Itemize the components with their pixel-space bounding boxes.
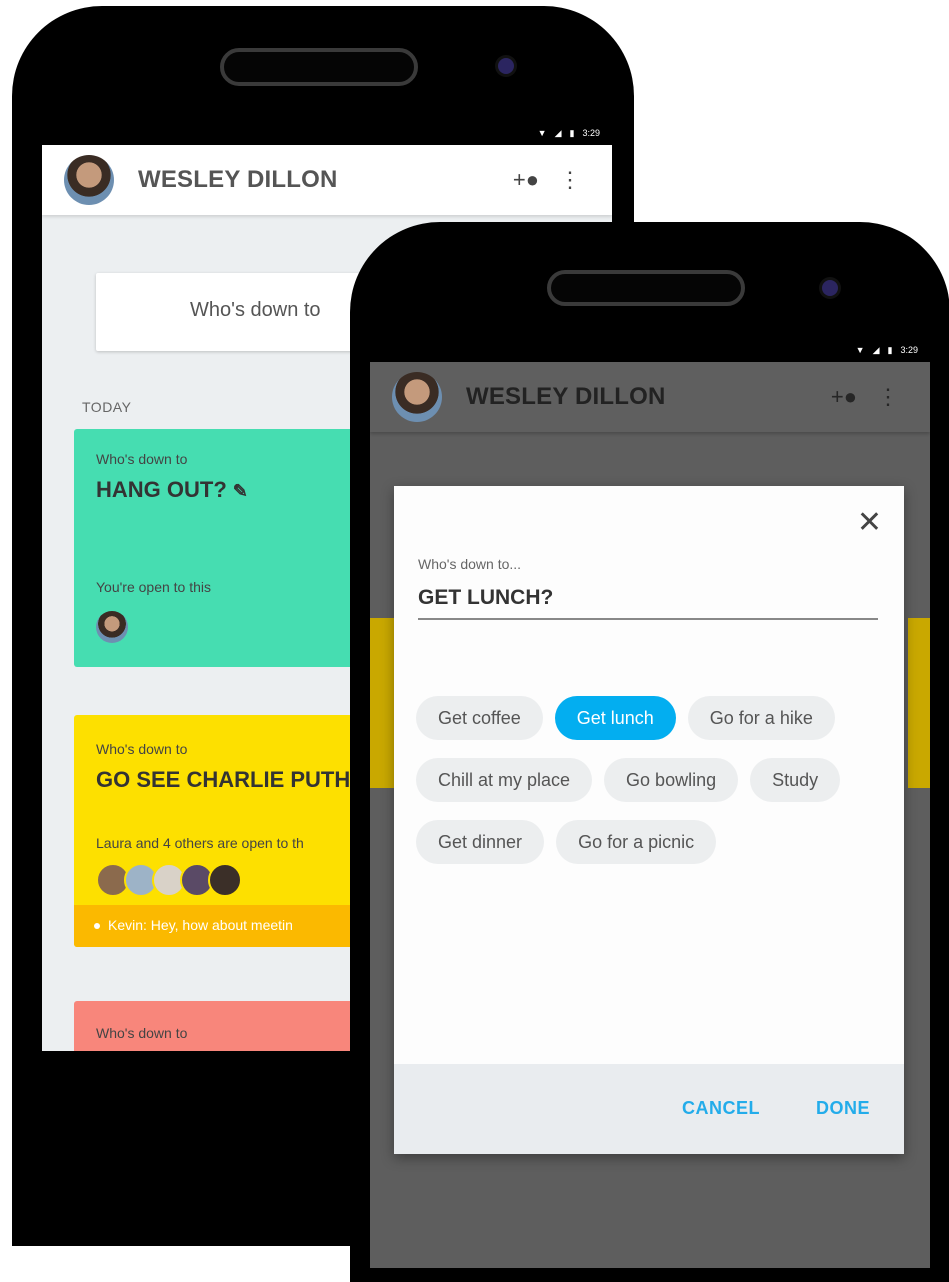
latest-message: Kevin: Hey, how about meetin (108, 917, 293, 933)
chip-get-dinner[interactable]: Get dinner (416, 820, 545, 864)
add-person-icon[interactable]: +● (504, 167, 548, 193)
card-status: Laura and 4 others are open to th (96, 835, 304, 851)
chip-chill-at-my-place[interactable]: Chill at my place (416, 758, 593, 802)
chip-go-for-a-picnic[interactable]: Go for a picnic (556, 820, 717, 864)
card-title-wrap: HANG OUT? ✎ (96, 477, 248, 503)
prompt-text: Who's down to (190, 299, 321, 321)
app-bar: WESLEY DILLON +● ⋮ (370, 362, 930, 432)
front-phone-frame: ▼ ◢ ▮ 3:29 WESLEY DILLON +● ⋮ ✕ Who's do… (350, 222, 949, 1282)
front-camera (498, 58, 514, 74)
chip-study[interactable]: Study (750, 758, 841, 802)
chip-get-coffee[interactable]: Get coffee (416, 696, 543, 740)
battery-icon: ▮ (569, 127, 575, 138)
activity-card-hang-out[interactable]: Who's down to HANG OUT? ✎ You're open to … (74, 429, 374, 667)
avatar[interactable] (392, 372, 442, 422)
chip-get-lunch[interactable]: Get lunch (554, 696, 676, 740)
activity-dialog: ✕ Who's down to... Get coffee Get lunch … (394, 486, 904, 1154)
page-title: WESLEY DILLON (466, 383, 666, 410)
card-subtitle: Who's down to (96, 741, 188, 757)
signal-icon: ◢ (872, 344, 880, 355)
activity-card-charlie-puth[interactable]: Who's down to GO SEE CHARLIE PUTH ( Laur… (74, 715, 374, 947)
status-bar: ▼ ◢ ▮ 3:29 (370, 338, 930, 362)
cancel-button[interactable]: CANCEL (682, 1098, 760, 1119)
more-vert-icon[interactable]: ⋮ (866, 384, 910, 410)
pencil-icon[interactable]: ✎ (233, 481, 248, 501)
activity-card-red[interactable]: Who's down to (74, 1001, 374, 1051)
chip-row: Chill at my place Go bowling Study (416, 758, 896, 802)
card-title: HANG OUT? (96, 477, 227, 502)
unread-dot-icon (94, 923, 100, 929)
card-subtitle: Who's down to (96, 451, 188, 467)
more-vert-icon[interactable]: ⋮ (548, 167, 592, 193)
status-time: 3:29 (582, 128, 600, 138)
page-title: WESLEY DILLON (138, 166, 338, 193)
wifi-icon: ▼ (855, 345, 865, 355)
done-button[interactable]: DONE (816, 1098, 870, 1119)
status-time: 3:29 (900, 345, 918, 355)
latest-message-bar[interactable]: Kevin: Hey, how about meetin (74, 905, 374, 947)
dialog-footer: CANCEL DONE (394, 1064, 904, 1154)
chip-go-for-a-hike[interactable]: Go for a hike (687, 696, 835, 740)
chip-go-bowling[interactable]: Go bowling (604, 758, 739, 802)
front-camera (822, 280, 838, 296)
wifi-icon: ▼ (537, 128, 547, 138)
card-status: You're open to this (96, 579, 212, 595)
speaker-grille (547, 270, 745, 306)
avatar[interactable] (64, 155, 114, 205)
card-title: GO SEE CHARLIE PUTH ( (96, 767, 364, 792)
close-icon[interactable]: ✕ (857, 508, 882, 538)
section-label-today: TODAY (82, 399, 132, 415)
chip-row: Get dinner Go for a picnic (416, 820, 896, 864)
card-behind-dialog (370, 618, 394, 788)
status-bar: ▼ ◢ ▮ 3:29 (42, 121, 612, 145)
suggestion-chips: Get coffee Get lunch Go for a hike Chill… (416, 696, 896, 882)
speaker-grille (220, 48, 418, 86)
add-person-icon[interactable]: +● (822, 384, 866, 410)
signal-icon: ◢ (554, 127, 562, 138)
avatar (96, 611, 128, 643)
card-behind-dialog (908, 618, 930, 788)
battery-icon: ▮ (887, 344, 893, 355)
activity-input[interactable] (418, 582, 878, 620)
avatar (208, 863, 242, 897)
chip-row: Get coffee Get lunch Go for a hike (416, 696, 896, 740)
card-subtitle: Who's down to (96, 1025, 188, 1041)
avatar-group (96, 863, 242, 897)
app-bar: WESLEY DILLON +● ⋮ (42, 145, 612, 215)
dialog-label: Who's down to... (418, 556, 522, 572)
front-screen: ▼ ◢ ▮ 3:29 WESLEY DILLON +● ⋮ ✕ Who's do… (370, 338, 930, 1268)
